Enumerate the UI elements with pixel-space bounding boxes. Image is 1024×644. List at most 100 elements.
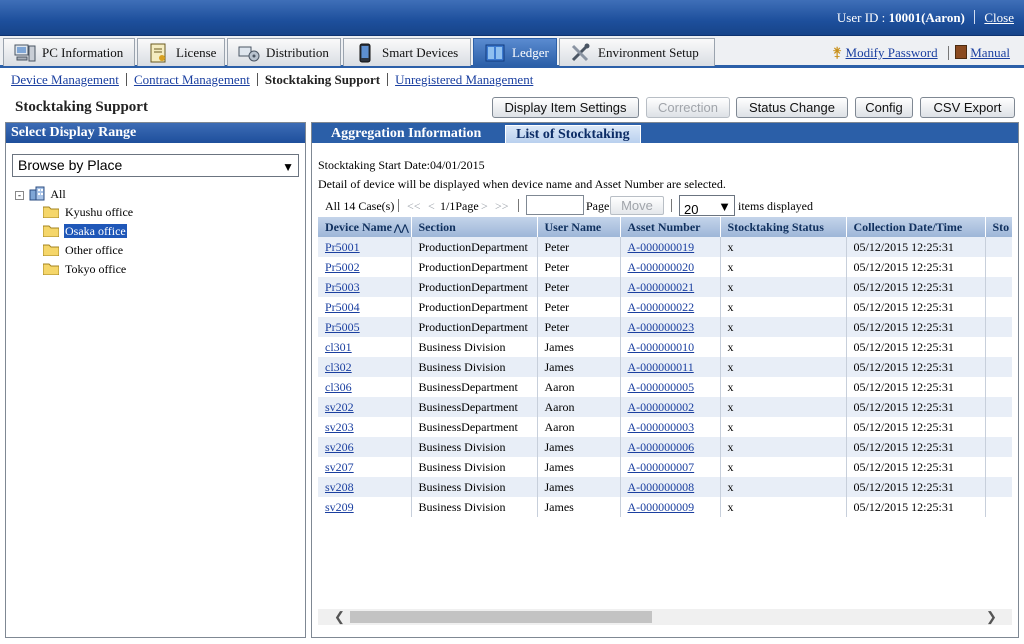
device-name-link[interactable]: sv208 <box>325 480 354 494</box>
table-row[interactable]: Pr5001 ProductionDepartment Peter A-0000000… <box>318 237 1012 257</box>
table-row[interactable]: sv209 Business Division James A-000000009 x 0… <box>318 497 1012 517</box>
tab-ledger[interactable]: Ledger <box>473 38 557 66</box>
asset-number-link[interactable]: A-000000002 <box>628 400 695 414</box>
device-name-link[interactable]: sv202 <box>325 400 354 414</box>
table-row[interactable]: sv206 Business Division James A-000000006 x 0… <box>318 437 1012 457</box>
browse-select[interactable]: Browse by Place ▼ <box>12 154 299 177</box>
device-name-link[interactable]: Pr5003 <box>325 280 360 294</box>
column-header-asset-number[interactable]: Asset Number <box>620 217 721 237</box>
tab-smart-devices[interactable]: Smart Devices <box>343 38 471 66</box>
device-name-link[interactable]: cl302 <box>325 360 352 374</box>
cell-device-name: sv203 <box>318 417 412 437</box>
manual-link[interactable]: Manual <box>970 45 1010 60</box>
modify-password-link[interactable]: Modify Password <box>846 45 938 60</box>
scroll-left-icon[interactable]: ❮ <box>334 609 345 625</box>
column-header-truncated[interactable]: Sto <box>985 217 1012 237</box>
device-name-link[interactable]: Pr5004 <box>325 300 360 314</box>
collapse-icon[interactable]: - <box>15 191 24 200</box>
scroll-right-icon[interactable]: ❯ <box>986 609 997 625</box>
tab-aggregation-information[interactable]: Aggregation Information <box>321 125 491 143</box>
cell-stocktaking-status: x <box>720 277 847 297</box>
table-row[interactable]: cl301 Business Division James A-000000010 x 0… <box>318 337 1012 357</box>
device-name-link[interactable]: Pr5001 <box>325 240 360 254</box>
user-id-value: 10001(Aaron) <box>888 10 965 25</box>
asset-number-link[interactable]: A-000000019 <box>628 240 695 254</box>
asset-number-link[interactable]: A-000000005 <box>628 380 695 394</box>
asset-number-link[interactable]: A-000000023 <box>628 320 695 334</box>
tree-item-osaka[interactable]: Osaka office <box>43 224 127 239</box>
asset-number-link[interactable]: A-000000009 <box>628 500 695 514</box>
asset-number-link[interactable]: A-000000008 <box>628 480 695 494</box>
status-change-button[interactable]: Status Change <box>736 97 848 118</box>
license-icon <box>150 43 166 63</box>
tree-root[interactable]: - All <box>15 186 66 202</box>
column-header-collection-date[interactable]: Collection Date/Time <box>846 217 986 237</box>
tree-item-other[interactable]: Other office <box>43 243 124 258</box>
device-name-link[interactable]: sv207 <box>325 460 354 474</box>
cell-stocktaking-status: x <box>720 397 847 417</box>
tree-item-kyushu[interactable]: Kyushu office <box>43 205 134 220</box>
tab-pc-information[interactable]: PC Information <box>3 38 135 66</box>
items-per-page-select[interactable]: 20 ▼ <box>679 195 735 217</box>
close-link[interactable]: Close <box>984 10 1014 25</box>
asset-number-link[interactable]: A-000000022 <box>628 300 695 314</box>
nav-contract-management[interactable]: Contract Management <box>134 72 250 87</box>
tree-item-tokyo[interactable]: Tokyo office <box>43 262 127 277</box>
cell-asset-number: A-000000019 <box>620 237 721 257</box>
user-id-label: User ID : <box>836 10 886 25</box>
table-row[interactable]: Pr5003 ProductionDepartment Peter A-0000000… <box>318 277 1012 297</box>
asset-number-link[interactable]: A-000000020 <box>628 260 695 274</box>
scrollbar-thumb[interactable] <box>350 611 652 623</box>
page-number-input[interactable] <box>526 195 584 215</box>
tab-label: Ledger <box>512 45 549 60</box>
cell-asset-number: A-000000003 <box>620 417 721 437</box>
device-name-link[interactable]: sv203 <box>325 420 354 434</box>
asset-number-link[interactable]: A-000000010 <box>628 340 695 354</box>
asset-number-link[interactable]: A-000000021 <box>628 280 695 294</box>
next-page-link: > <box>481 199 488 213</box>
display-item-settings-button[interactable]: Display Item Settings <box>492 97 639 118</box>
column-header-device-name[interactable]: Device Name ⋀⋀ <box>318 217 412 237</box>
column-header-user-name[interactable]: User Name <box>537 217 621 237</box>
table-row[interactable]: cl306 BusinessDepartment Aaron A-000000005 x… <box>318 377 1012 397</box>
table-row[interactable]: cl302 Business Division James A-000000011 x 0… <box>318 357 1012 377</box>
asset-number-link[interactable]: A-000000003 <box>628 420 695 434</box>
device-name-link[interactable]: sv206 <box>325 440 354 454</box>
asset-number-link[interactable]: A-000000011 <box>628 360 694 374</box>
device-name-link[interactable]: cl306 <box>325 380 352 394</box>
config-button[interactable]: Config <box>855 97 913 118</box>
table-row[interactable]: sv203 BusinessDepartment Aaron A-000000003 x… <box>318 417 1012 437</box>
asset-number-link[interactable]: A-000000007 <box>628 460 695 474</box>
cell-device-name: sv202 <box>318 397 412 417</box>
column-header-section[interactable]: Section <box>411 217 538 237</box>
cell-truncated <box>985 497 1012 517</box>
device-name-link[interactable]: Pr5005 <box>325 320 360 334</box>
nav-unregistered-management[interactable]: Unregistered Management <box>395 72 533 87</box>
table-row[interactable]: Pr5002 ProductionDepartment Peter A-0000000… <box>318 257 1012 277</box>
table-row[interactable]: Pr5005 ProductionDepartment Peter A-0000000… <box>318 317 1012 337</box>
cell-stocktaking-status: x <box>720 317 847 337</box>
asset-number-link[interactable]: A-000000006 <box>628 440 695 454</box>
csv-export-button[interactable]: CSV Export <box>920 97 1015 118</box>
table-row[interactable]: sv202 BusinessDepartment Aaron A-000000002 x… <box>318 397 1012 417</box>
device-name-link[interactable]: cl301 <box>325 340 352 354</box>
device-name-link[interactable]: Pr5002 <box>325 260 360 274</box>
device-name-link[interactable]: sv209 <box>325 500 354 514</box>
cell-user-name: James <box>537 497 621 517</box>
column-header-stocktaking-status[interactable]: Stocktaking Status <box>720 217 847 237</box>
cell-user-name: Aaron <box>537 377 621 397</box>
table-row[interactable]: sv207 Business Division James A-000000007 x 0… <box>318 457 1012 477</box>
tab-environment-setup[interactable]: Environment Setup <box>559 38 715 66</box>
prev-page-link: < <box>428 199 435 213</box>
table-row[interactable]: Pr5004 ProductionDepartment Peter A-0000000… <box>318 297 1012 317</box>
table-row[interactable]: sv208 Business Division James A-000000008 x 0… <box>318 477 1012 497</box>
tab-distribution[interactable]: Distribution <box>227 38 341 66</box>
divider <box>398 199 399 212</box>
horizontal-scrollbar[interactable]: ❮ ❯ <box>318 609 1012 625</box>
cell-truncated <box>985 437 1012 457</box>
tab-license[interactable]: License <box>137 38 225 66</box>
cell-stocktaking-status: x <box>720 477 847 497</box>
tab-list-of-stocktaking[interactable]: List of Stocktaking <box>505 125 641 143</box>
cell-asset-number: A-000000007 <box>620 457 721 477</box>
nav-device-management[interactable]: Device Management <box>11 72 119 87</box>
